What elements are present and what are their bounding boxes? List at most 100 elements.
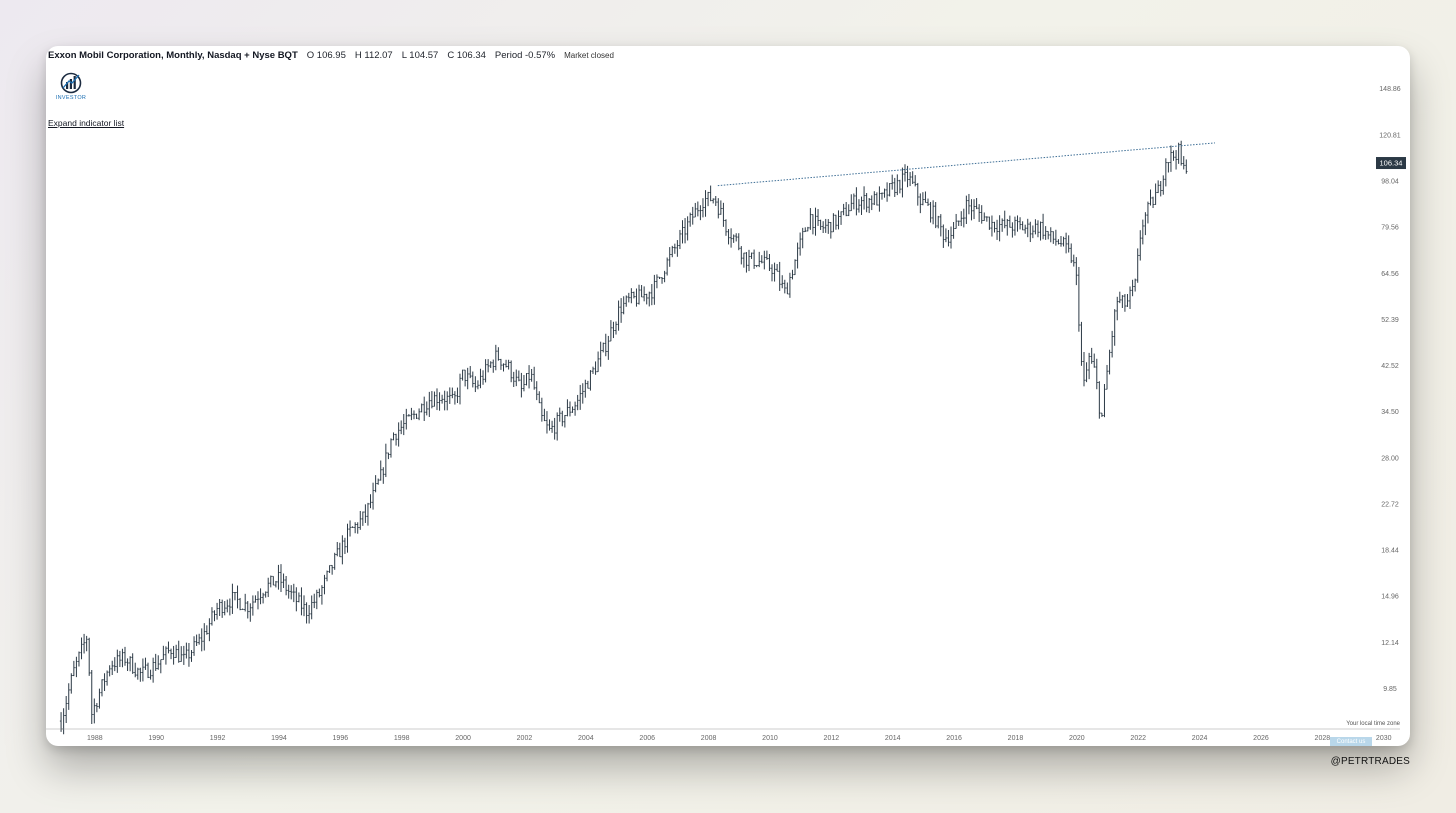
ohlc-bar <box>965 195 968 224</box>
ohlc-bar <box>1126 294 1129 307</box>
ohlc-bar <box>558 407 561 422</box>
ohlc-bar <box>366 502 370 526</box>
ohlc-bar <box>292 583 295 603</box>
ohlc-bar <box>891 174 894 190</box>
ohlc-bar <box>1164 158 1168 187</box>
ohlc-bar <box>282 573 285 589</box>
ohlc-bar <box>885 182 889 202</box>
ohlc-bar <box>415 413 418 419</box>
ohlc-bar <box>85 635 88 652</box>
ohlc-bar <box>673 243 677 254</box>
ohlc-bar <box>1093 353 1096 368</box>
ohlc-bar <box>880 192 884 200</box>
x-tick-label: 2030 <box>1376 735 1392 742</box>
ohlc-bar <box>336 542 339 557</box>
y-tick-label: 64.56 <box>1381 271 1399 278</box>
ohlc-bar <box>164 646 168 665</box>
ohlc-bar <box>208 618 211 642</box>
ohlc-bar <box>1026 218 1029 238</box>
ohlc-bar <box>499 358 503 370</box>
ohlc-bar <box>553 417 556 440</box>
ohlc-bar <box>944 228 948 243</box>
ohlc-bar <box>957 220 960 226</box>
ohlc-bar <box>305 602 308 624</box>
ohlc-bar <box>402 414 405 436</box>
ohlc-bar <box>550 420 554 433</box>
ohlc-bar <box>696 201 700 217</box>
ohlc-bar <box>896 174 899 196</box>
ohlc-bar <box>857 199 861 213</box>
ohlc-bar <box>504 359 508 368</box>
ohlc-bar <box>1174 150 1178 170</box>
ohlc-bar <box>1018 217 1022 230</box>
ohlc-bar <box>916 182 919 206</box>
price-chart[interactable]: 148.86 120.81 98.04 79.56 64.56 52.39 42.52 34.… <box>46 46 1410 746</box>
ohlc-bar <box>1123 294 1127 312</box>
ohlc-bar <box>921 192 925 206</box>
ohlc-bar <box>374 475 377 493</box>
ohlc-bar <box>302 595 306 617</box>
ohlc-bar <box>481 370 485 385</box>
ohlc-bar <box>1128 286 1132 309</box>
ohlc-bar <box>655 274 659 289</box>
ohlc-bar <box>983 212 986 221</box>
ohlc-bar <box>972 199 976 220</box>
ohlc-bar <box>862 186 866 210</box>
ohlc-bar <box>118 650 122 668</box>
ohlc-bar <box>1049 227 1052 243</box>
ohlc-bar <box>1067 235 1070 253</box>
ohlc-bar <box>706 191 710 207</box>
ohlc-bar <box>931 200 935 225</box>
ohlc-bar <box>635 288 638 307</box>
ohlc-bar <box>284 575 288 596</box>
ohlc-bar <box>609 320 613 342</box>
ohlc-bar <box>213 610 216 622</box>
ohlc-bar <box>157 655 160 670</box>
ohlc-bar <box>1185 159 1188 174</box>
ohlc-bar <box>732 234 735 243</box>
ohlc-bar <box>182 645 186 665</box>
ohlc-bar <box>975 198 978 210</box>
ohlc-bar <box>993 221 996 233</box>
ohlc-bar <box>527 365 531 389</box>
ohlc-bar <box>1095 358 1098 390</box>
ohlc-bar <box>737 233 740 251</box>
y-tick-label: 98.04 <box>1381 178 1399 185</box>
ohlc-bar <box>494 344 498 371</box>
ohlc-bar <box>1011 222 1014 238</box>
ohlc-bar <box>315 589 319 610</box>
ohlc-bar <box>318 588 321 598</box>
ohlc-bar <box>420 403 423 413</box>
ohlc-bar <box>438 392 441 411</box>
ohlc-bar <box>788 272 792 298</box>
x-tick-label: 1994 <box>271 735 287 742</box>
ohlc-bar <box>540 397 544 422</box>
ohlc-bar <box>645 293 648 305</box>
ohlc-bar <box>1052 231 1055 244</box>
ohlc-bar <box>1039 221 1042 241</box>
ohlc-bar <box>1100 412 1104 417</box>
timezone-label[interactable]: Your local time zone <box>1346 721 1400 727</box>
ohlc-bar <box>852 193 856 210</box>
ohlc-bar <box>850 194 853 212</box>
contact-us-button[interactable]: Contact us <box>1330 737 1372 746</box>
x-axis: 1988 1990 1992 1994 1996 1998 2000 2002 2004 2006… <box>87 735 1392 742</box>
trendline[interactable] <box>717 142 1215 187</box>
ohlc-bar <box>87 637 91 676</box>
ohlc-bar <box>241 608 244 610</box>
y-tick-label: 22.72 <box>1381 501 1399 508</box>
ohlc-bar <box>113 657 116 672</box>
ohlc-bar <box>873 191 876 206</box>
ohlc-bar <box>353 522 357 534</box>
ohlc-bar <box>745 252 748 273</box>
ohlc-bar <box>139 667 142 682</box>
ohlc-bar <box>338 542 342 558</box>
ohlc-bar <box>218 598 221 616</box>
ohlc-bar <box>870 195 873 211</box>
ohlc-bar <box>883 188 886 198</box>
ohlc-bar <box>448 387 451 404</box>
ohlc-bar <box>180 646 183 662</box>
ohlc-bar <box>914 175 917 187</box>
ohlc-bar <box>811 214 815 235</box>
ohlc-bar <box>765 250 769 260</box>
